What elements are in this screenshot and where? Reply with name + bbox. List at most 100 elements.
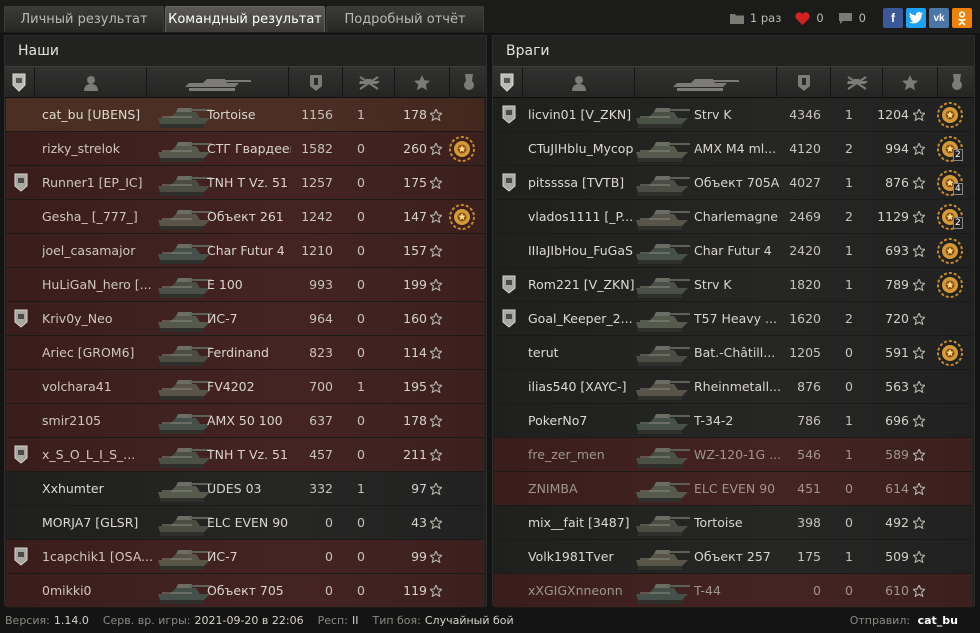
kills-value: 0 [357,277,365,292]
header-cell[interactable] [635,67,777,98]
xp-value: 175 [403,175,427,190]
star-icon [913,483,925,495]
medal-icon [937,102,963,128]
header-cell[interactable] [147,67,289,98]
ok-share-button[interactable] [952,8,972,28]
player-row[interactable]: joel_casamajor Char Futur 4 1210 0 157 [6,234,484,268]
header-cell[interactable] [450,67,488,98]
damage-value: 0 [325,515,333,530]
header-cell[interactable] [343,67,395,98]
player-row[interactable]: xXGIGXnneonn T-44 0 0 610 [494,574,972,608]
damage-value: 457 [309,447,333,462]
medal-column-icon [951,74,962,90]
xp-value: 492 [885,515,909,530]
player-row[interactable]: licvin01 [V_ZKN] Strv K 4346 1 1204 [494,98,972,132]
player-row[interactable]: mix__fait [3487] Tortoise 398 0 492 [494,506,972,540]
xp-value: 789 [885,277,909,292]
player-row[interactable]: Kriv0y_Neo ИС-7 964 0 160 [6,302,484,336]
header-cell[interactable] [777,67,831,98]
player-row[interactable]: cat_bu [UBENS] Tortoise 1156 1 178 [6,98,484,132]
tank-name: T-44 [694,583,721,598]
header-cell[interactable] [883,67,938,98]
header-cell[interactable] [395,67,450,98]
player-row[interactable]: volchara41 FV4202 700 1 195 [6,370,484,404]
xp-value: 591 [885,345,909,360]
player-row[interactable]: fre_zer_men WZ-120-1G ... 546 1 589 [494,438,972,472]
xp-value: 99 [411,549,427,564]
player-row[interactable]: terut Bat.-Châtill... 1205 0 591 [494,336,972,370]
player-row[interactable]: Volk1981Tver Объект 257 175 1 509 [494,540,972,574]
player-row[interactable]: PokerNo7 T-34-2 786 1 696 [494,404,972,438]
header-cell[interactable] [493,67,523,98]
damage-value: 1582 [301,141,333,156]
tank-name: ELC EVEN 90 [694,481,776,496]
respawn-value: II [351,614,359,627]
likes-count: 0 [816,11,824,25]
tank-name: ИС-7 [207,311,238,326]
player-row[interactable]: ilias540 [XAYC-] Rheinmetall... 876 0 563 [494,370,972,404]
tank-icon [158,482,212,502]
kills-column-icon [846,75,868,90]
tank-icon [636,244,690,264]
xp-value: 614 [885,481,909,496]
player-row[interactable]: rizky_strelok СТГ Гвардеец 1582 0 260 [6,132,484,166]
tab-personal-result[interactable]: Личный результат [4,6,164,32]
player-row[interactable]: Rom221 [V_ZKN] Strv K 1820 1 789 [494,268,972,302]
damage-value: 1820 [789,277,821,292]
header-cell[interactable] [938,67,976,98]
tank-icon [158,210,212,230]
player-row[interactable]: 0mikki0 Объект 705 0 0 119 [6,574,484,608]
damage-value: 786 [797,413,821,428]
tank-icon [158,244,212,264]
clan-icon [14,547,28,566]
header-cell[interactable] [289,67,343,98]
comments-counter[interactable]: 0 [838,11,866,25]
player-row[interactable]: CTuJIHblu_Mycop AMX M4 ml... 4120 2 994 2 [494,132,972,166]
tank-name: WZ-120-1G ... [694,447,780,462]
player-name: terut [528,345,559,360]
header-cell[interactable] [831,67,883,98]
tab-team-result[interactable]: Командный результат [165,6,325,32]
tank-name: Объект 705A [694,175,780,190]
sent-by: Отправил: cat_bu [850,614,958,627]
player-row[interactable]: MORJA7 [GLSR] ELC EVEN 90 0 0 43 [6,506,484,540]
twitter-share-button[interactable] [906,8,926,28]
likes-counter[interactable]: 0 [795,11,824,25]
sent-by-label: Отправил: [849,614,911,627]
tank-icon [158,584,212,604]
player-row[interactable]: HuLiGaN_hero [... E 100 993 0 199 [6,268,484,302]
tank-name: AMX 50 100 [207,413,283,428]
player-row[interactable]: x_S_O_L_I_S_... TNH T Vz. 51 457 0 211 [6,438,484,472]
tank-name: Объект 257 [694,549,771,564]
tank-name: Char Futur 4 [694,243,772,258]
player-row[interactable]: Gesha_ [_777_] Объект 261 1242 0 147 [6,200,484,234]
star-icon [430,279,442,291]
kills-value: 0 [357,141,365,156]
xp-value: 211 [403,447,427,462]
header-cell[interactable] [523,67,635,98]
player-row[interactable]: Xxhumter UDES 03 332 1 97 [6,472,484,506]
facebook-share-button[interactable]: f [883,8,903,28]
tank-name: ИС-7 [207,549,238,564]
version-label: Версия: [5,614,50,627]
vk-share-button[interactable]: vk [929,8,949,28]
player-row[interactable]: vlados1111 [_P... Charlemagne 2469 2 1129 2 [494,200,972,234]
tab-detailed-report[interactable]: Подробный отчёт [326,6,484,32]
player-row[interactable]: 1capchik1 [OSA... ИС-7 0 0 99 [6,540,484,574]
player-row[interactable]: IIIaJIbHou_FuGaS Char Futur 4 2420 1 693 [494,234,972,268]
kills-value: 2 [845,209,853,224]
tank-icon [636,550,690,570]
player-row[interactable]: Ariec [GROM6] Ferdinand 823 0 114 [6,336,484,370]
player-row[interactable]: pitssssa [TVTB] Объект 705A 4027 1 876 4 [494,166,972,200]
header-cell[interactable] [5,67,35,98]
player-name: PokerNo7 [528,413,588,428]
player-name: xXGIGXnneonn [528,583,623,598]
player-row[interactable]: Runner1 [EP_IC] TNH T Vz. 51 1257 0 175 [6,166,484,200]
xp-column-icon [902,74,918,90]
player-row[interactable]: ZNIMBA ELC EVEN 90 451 0 614 [494,472,972,506]
xp-value: 119 [403,583,427,598]
player-row[interactable]: Goal_Keeper_2... T57 Heavy ... 1620 2 720 [494,302,972,336]
xp-value: 178 [403,413,427,428]
player-row[interactable]: smir2105 AMX 50 100 637 0 178 [6,404,484,438]
header-cell[interactable] [35,67,147,98]
